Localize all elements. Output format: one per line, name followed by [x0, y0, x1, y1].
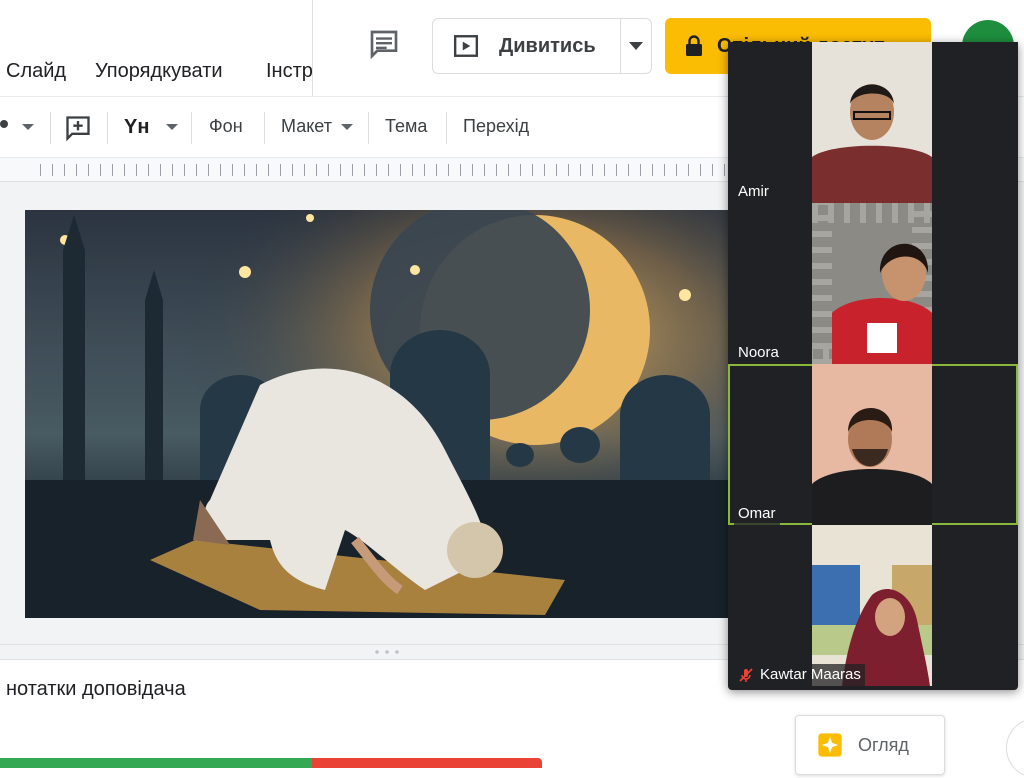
participant-name-chip: Kawtar Maaras [734, 664, 865, 686]
toolbar-separator [368, 112, 369, 144]
participant-tile-omar[interactable]: Omar [728, 364, 1018, 525]
present-dropdown-button[interactable] [620, 18, 652, 74]
caret-down-icon[interactable] [166, 124, 178, 130]
participant-name: Kawtar Maaras [760, 666, 861, 683]
present-label: Дивитись [499, 34, 596, 57]
toolbar-separator [191, 112, 192, 144]
prayer-illustration [25, 210, 730, 618]
add-comment-button[interactable] [64, 114, 92, 147]
layout-button[interactable]: Макет [281, 116, 332, 137]
toolbar-separator [446, 112, 447, 144]
ruler-ticks [40, 164, 730, 176]
caret-down-icon[interactable] [341, 124, 353, 130]
lock-icon [686, 35, 702, 56]
menu-slide[interactable]: Слайд [6, 60, 66, 83]
slide-image[interactable] [25, 210, 730, 618]
present-button[interactable]: Дивитись [432, 18, 620, 74]
comment-icon [370, 30, 398, 60]
participant-video [812, 364, 932, 525]
participant-name: Noora [734, 342, 783, 364]
caret-down-icon [629, 42, 643, 50]
participant-video [812, 203, 932, 364]
participant-tile-kawtar[interactable]: Kawtar Maaras [728, 525, 1018, 686]
transition-button[interactable]: Перехід [463, 116, 529, 137]
caret-down-icon[interactable] [22, 124, 34, 130]
menu-tools[interactable]: Інстр [266, 60, 313, 83]
play-icon [453, 35, 479, 57]
menu-arrange[interactable]: Упорядкувати [95, 60, 223, 83]
comments-button[interactable] [362, 24, 406, 64]
taskbar-red [312, 758, 542, 768]
taskbar-green [0, 758, 312, 768]
toolbar-overflow-dot[interactable] [0, 120, 8, 128]
explore-button[interactable]: Огляд [795, 715, 945, 775]
participant-name: Omar [734, 503, 780, 525]
mic-muted-icon [739, 668, 753, 682]
toolbar-separator [107, 112, 108, 144]
theme-button[interactable]: Тема [385, 116, 427, 137]
participant-name: Amir [734, 181, 773, 203]
participant-video [812, 42, 932, 203]
line-type-icon[interactable]: Yн [124, 116, 149, 139]
participant-tile-noora[interactable]: Noora [728, 203, 1018, 364]
speaker-notes-input[interactable]: нотатки доповідача [6, 678, 186, 701]
participant-tile-amir[interactable]: Amir [728, 42, 1018, 203]
add-comment-icon [66, 116, 90, 142]
video-call-panel: Amir Noora Omar Kawtar Maaras [728, 42, 1018, 690]
toolbar-separator [264, 112, 265, 144]
explore-star-icon [818, 733, 842, 757]
background-button[interactable]: Фон [209, 116, 243, 137]
toolbar-separator [50, 112, 51, 144]
participant-video [812, 525, 932, 686]
explore-label: Огляд [858, 734, 909, 755]
